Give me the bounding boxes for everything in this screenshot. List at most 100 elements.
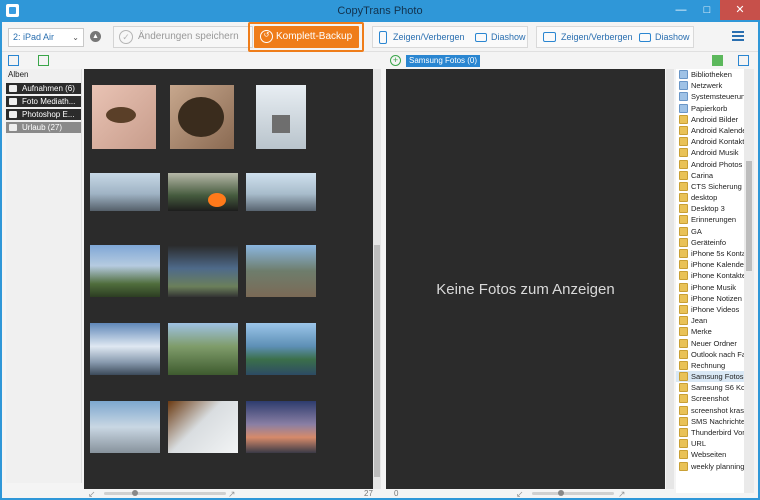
device-slideshow-button[interactable]: Diashow <box>491 32 526 42</box>
pc-show-hide-button[interactable]: Zeigen/Verbergen <box>561 32 633 42</box>
folder-tree-item[interactable]: Outlook nach Fa <box>676 349 744 360</box>
minimize-button[interactable]: — <box>668 0 694 20</box>
album-item[interactable]: Foto Mediath... <box>6 96 81 107</box>
scrollbar-thumb[interactable] <box>746 161 752 271</box>
folder-tree-item[interactable]: screenshot kras <box>676 405 744 416</box>
folder-tree-item[interactable]: Bibliotheken <box>676 69 744 80</box>
collapse-panel-icon[interactable] <box>738 55 749 66</box>
folder-tree-item[interactable]: Desktop 3 <box>676 203 744 214</box>
pc-pane-scrollbar[interactable] <box>666 69 674 489</box>
pc-slideshow-button[interactable]: Diashow <box>655 32 690 42</box>
folder-tree-item[interactable]: Android Kalende <box>676 125 744 136</box>
folder-tree-scrollbar[interactable] <box>744 69 754 493</box>
folder-tree-item[interactable]: iPhone Videos <box>676 304 744 315</box>
photo-thumbnail[interactable] <box>90 323 160 375</box>
close-button[interactable]: ✕ <box>720 0 760 20</box>
folder-tree-item[interactable]: desktop <box>676 192 744 203</box>
album-item[interactable]: Photoshop E... <box>6 109 81 120</box>
folder-tree-item[interactable]: Android Photos <box>676 159 744 170</box>
folder-tree-item[interactable]: URL <box>676 438 744 449</box>
album-tab-samsung[interactable]: Samsung Fotos (0) <box>406 55 481 67</box>
folder-tree-item[interactable]: Thunderbird Vor <box>676 427 744 438</box>
folder-tree-item[interactable]: Samsung Fotos <box>676 371 744 383</box>
folder-label: Samsung S6 Kor <box>691 383 744 393</box>
photo-thumbnail[interactable] <box>246 245 316 297</box>
folder-tree-item[interactable]: Rechnung <box>676 360 744 371</box>
photo-thumbnail[interactable] <box>246 173 316 211</box>
photo-thumbnail[interactable] <box>168 245 238 297</box>
zoom-out-icon[interactable]: ↙ <box>516 489 524 500</box>
folder-tree-item[interactable]: iPhone Kontakte <box>676 270 744 281</box>
folder-tree-item[interactable]: Carina <box>676 170 744 181</box>
folder-tree-item[interactable]: Papierkorb <box>676 103 744 114</box>
folder-tree-item[interactable]: Neuer Ordner <box>676 338 744 349</box>
photo-thumbnail[interactable] <box>92 85 156 149</box>
chevron-down-icon: ⌄ <box>72 33 79 42</box>
folder-icon <box>679 92 688 102</box>
folder-icon <box>679 416 688 426</box>
save-changes-button[interactable]: ✓ Änderungen speichern <box>113 26 253 48</box>
photo-thumbnail[interactable] <box>90 173 160 211</box>
folder-tree-item[interactable]: Jean <box>676 315 744 326</box>
zoom-out-icon[interactable]: ↙ <box>88 489 96 500</box>
add-icon[interactable]: + <box>390 55 401 66</box>
eject-icon[interactable]: ▲ <box>90 31 101 42</box>
folder-tree-item[interactable]: Android Kontakt <box>676 136 744 147</box>
folder-icon <box>679 81 688 91</box>
photo-thumbnail[interactable] <box>246 323 316 375</box>
zoom-slider-knob[interactable] <box>558 490 564 496</box>
photo-thumbnail[interactable] <box>170 85 234 149</box>
folder-label: Bibliotheken <box>691 70 732 79</box>
folder-icon <box>679 428 688 437</box>
photo-thumbnail[interactable] <box>168 173 238 211</box>
folder-tree-item[interactable]: iPhone Kalender <box>676 259 744 270</box>
folder-icon[interactable] <box>712 55 723 66</box>
zoom-in-icon[interactable]: ↗ <box>228 489 236 500</box>
folder-tree-item[interactable]: Erinnerungen <box>676 214 744 225</box>
maximize-button[interactable]: □ <box>694 0 720 20</box>
folder-tree-item[interactable]: iPhone Musik <box>676 282 744 293</box>
device-grid-scrollbar[interactable] <box>373 69 381 489</box>
menu-icon[interactable] <box>732 31 744 41</box>
album-item[interactable]: Urlaub (27) <box>6 122 81 133</box>
phone-icon <box>379 31 387 44</box>
device-show-hide-button[interactable]: Zeigen/Verbergen <box>393 32 465 42</box>
folder-tree-item[interactable]: GA <box>676 226 744 237</box>
folder-tree-item[interactable]: CTS Sicherung <box>676 181 744 192</box>
device-select[interactable]: 2: iPad Air ⌄ <box>8 28 84 47</box>
folder-tree-item[interactable]: SMS Nachrichten <box>676 416 744 427</box>
full-backup-button[interactable]: ↺ Komplett-Backup <box>254 26 359 48</box>
photo-thumbnail[interactable] <box>246 401 316 453</box>
photo-thumbnail[interactable] <box>90 401 160 453</box>
zoom-slider-knob[interactable] <box>132 490 138 496</box>
photo-thumbnail[interactable] <box>168 323 238 375</box>
album-action-icon[interactable] <box>38 55 49 66</box>
folder-tree-item[interactable]: iPhone Notizen <box>676 293 744 304</box>
photo-thumbnail[interactable] <box>256 85 306 149</box>
album-item[interactable]: Aufnahmen (6) <box>6 83 81 94</box>
folder-tree-item[interactable]: Geräteinfo <box>676 237 744 248</box>
photo-thumbnail[interactable] <box>168 401 238 453</box>
folder-icon <box>679 271 688 281</box>
folder-tree-item[interactable]: Systemsteuerun <box>676 91 744 102</box>
folder-tree-item[interactable]: weekly planning <box>676 461 744 472</box>
folder-tree-item[interactable]: Netzwerk <box>676 80 744 91</box>
zoom-slider[interactable] <box>104 492 226 495</box>
folder-tree-item[interactable]: Samsung S6 Kor <box>676 382 744 393</box>
zoom-in-icon[interactable]: ↗ <box>618 489 626 500</box>
scrollbar-thumb[interactable] <box>374 245 380 477</box>
folder-tree-item[interactable]: Webseiten <box>676 449 744 460</box>
folder-tree-item[interactable]: Merke <box>676 326 744 337</box>
folder-tree: Bibliotheken Netzwerk Systemsteuerun Papier… <box>676 69 744 493</box>
photo-thumbnail[interactable] <box>90 245 160 297</box>
zoom-slider[interactable] <box>532 492 614 495</box>
folder-icon <box>679 70 688 79</box>
folder-tree-item[interactable]: Android Bilder <box>676 114 744 125</box>
folder-tree-item[interactable]: Screenshot <box>676 393 744 404</box>
folder-tree-item[interactable]: iPhone 5s Konta <box>676 248 744 259</box>
folder-tree-item[interactable]: Android Musik <box>676 147 744 158</box>
add-album-icon[interactable] <box>8 55 19 66</box>
play-icon <box>639 33 651 42</box>
check-icon: ✓ <box>119 30 133 44</box>
folder-label: iPhone Videos <box>691 304 740 314</box>
